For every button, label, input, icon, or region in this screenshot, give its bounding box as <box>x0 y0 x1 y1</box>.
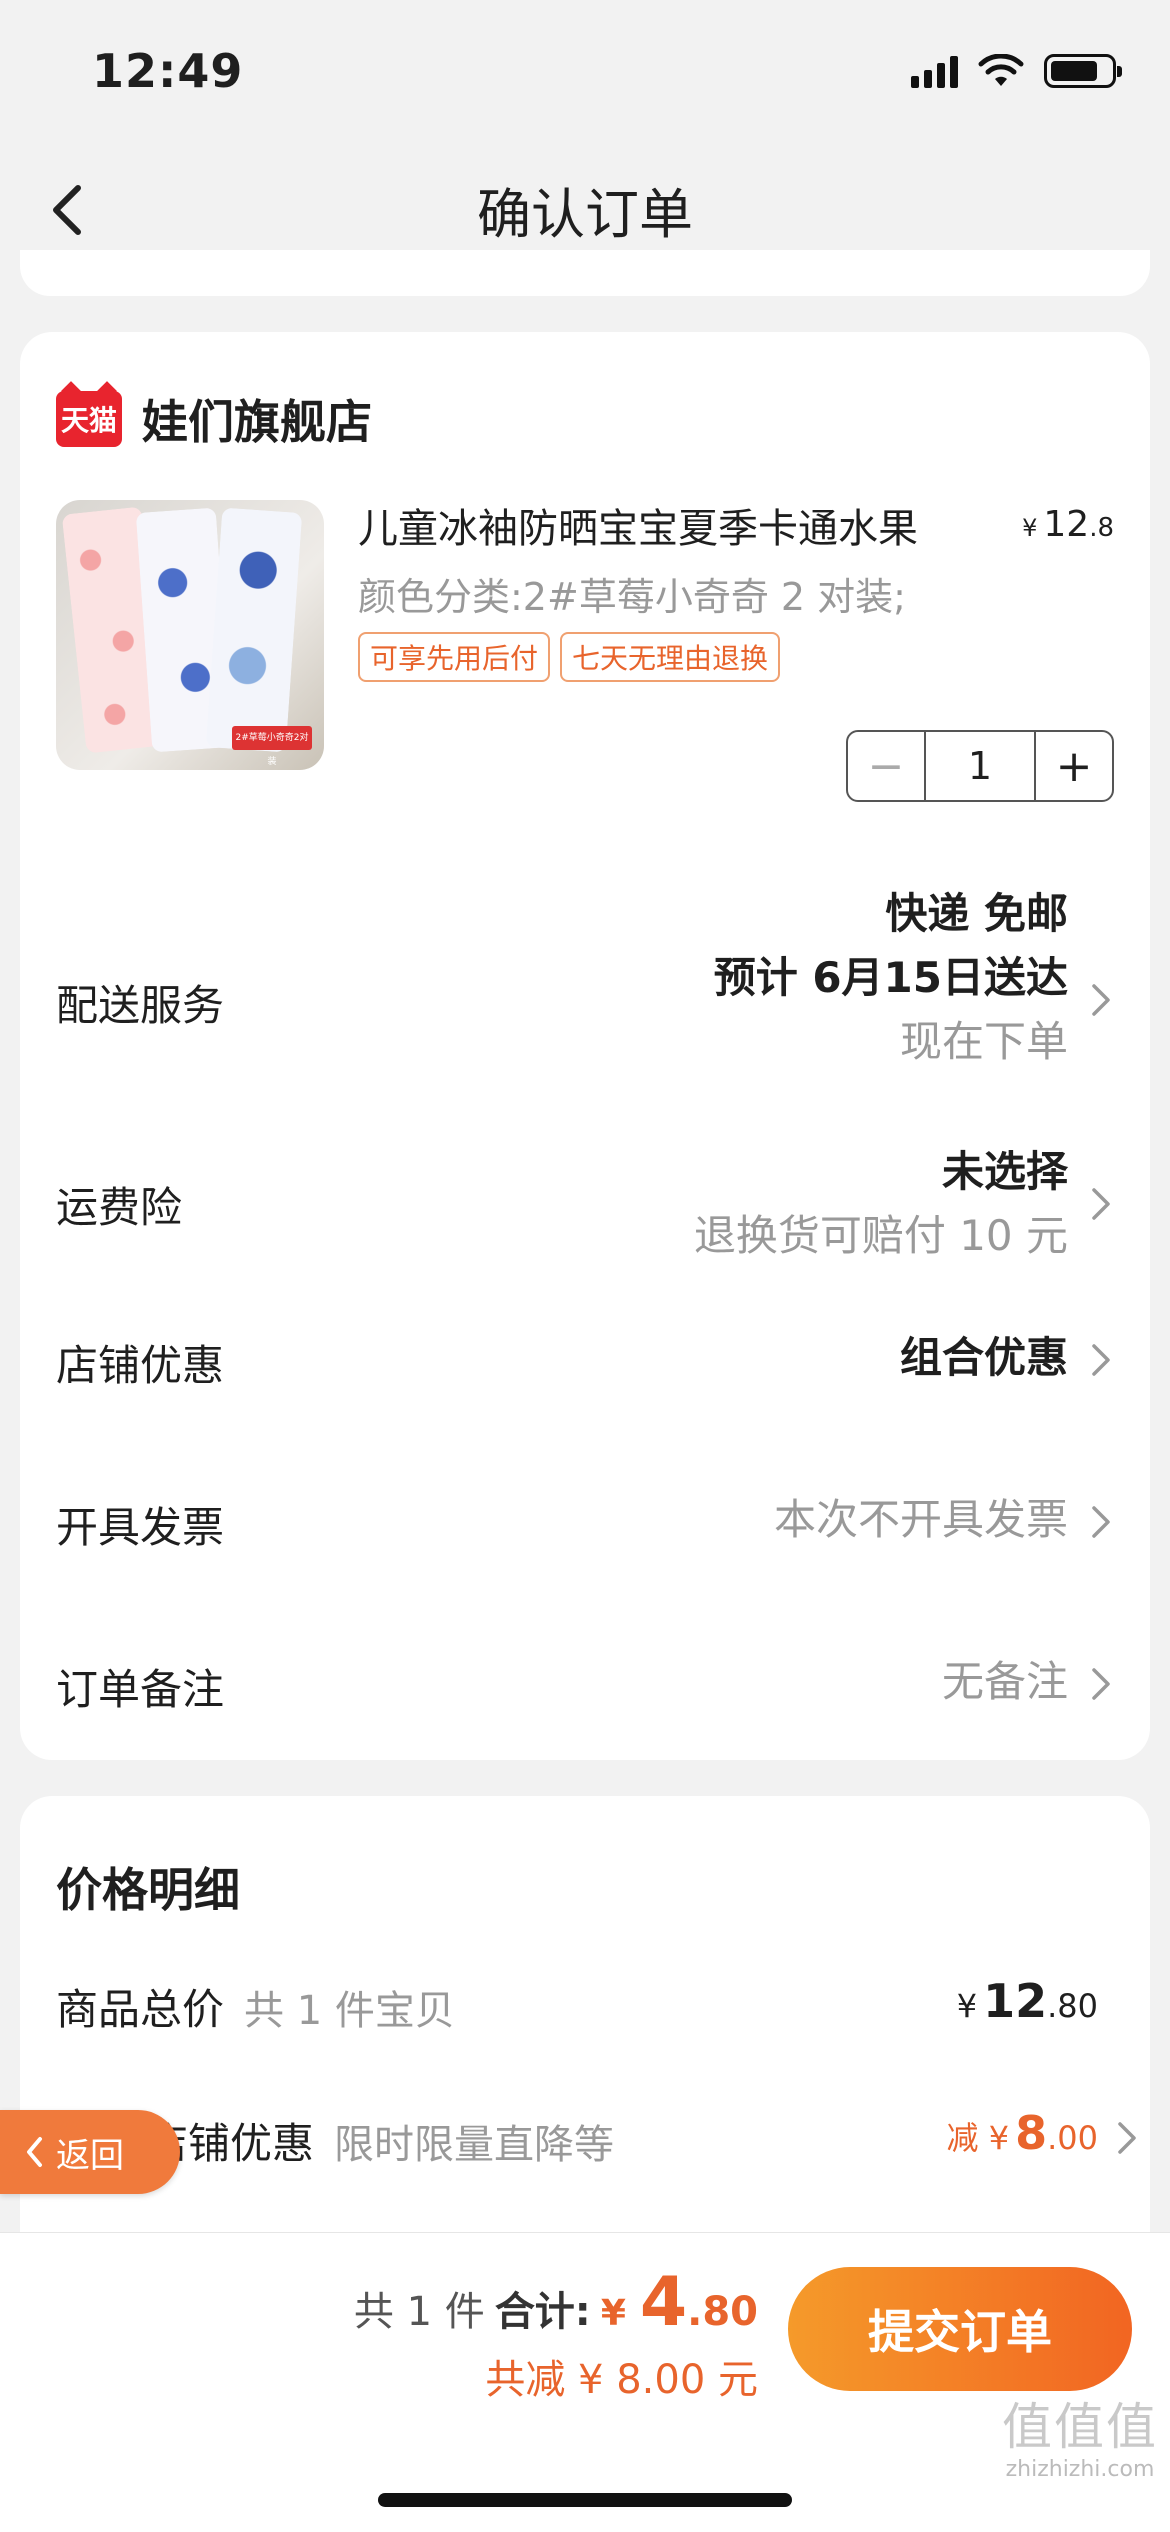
tag-pay-later: 可享先用后付 <box>358 632 551 682</box>
increase-button[interactable]: + <box>1034 732 1112 800</box>
item-count: 共 1 件 <box>353 2289 485 2335</box>
delivery-note: 现在下单 <box>899 1017 1068 1066</box>
invoice-row[interactable]: 开具发票 本次不开具发票 <box>56 1494 1120 1564</box>
chevron-right-icon <box>1092 984 1110 1016</box>
insurance-label: 运费险 <box>56 1183 183 1232</box>
store-name: 娃们旗舰店 <box>142 395 372 449</box>
submit-order-button[interactable]: 提交订单 <box>788 2267 1132 2391</box>
quantity-value[interactable]: 1 <box>926 732 1034 800</box>
remark-value: 无备注 <box>941 1657 1068 1706</box>
delivery-method: 快递 免邮 <box>885 889 1068 938</box>
checkout-bar: 共 1 件 合计: ¥ 4.80 共减 ¥ 8.00 元 提交订单 值值值 zh… <box>0 2232 1170 2532</box>
floating-back-label: 返回 <box>56 2135 124 2176</box>
insurance-note: 退换货可赔付 10 元 <box>693 1211 1068 1260</box>
product-image[interactable]: 2#草莓小奇奇2对装 <box>56 500 324 770</box>
price-detail-card: 价格明细 商品总价共 1 件宝贝 ¥12.80 店铺优惠 限时限量直降等 减 ¥8… <box>20 1796 1150 2246</box>
product-sku[interactable]: 颜色分类:2#草莓小奇奇 2 对装; <box>358 566 906 621</box>
address-card-edge <box>20 250 1150 296</box>
goods-count: 共 1 件宝贝 <box>244 1988 455 2034</box>
insurance-status: 未选择 <box>941 1147 1068 1196</box>
discount-value[interactable]: 减 ¥8.00 <box>947 2106 1098 2160</box>
floating-back-button[interactable]: 返回 <box>0 2110 180 2194</box>
invoice-value: 本次不开具发票 <box>773 1495 1068 1544</box>
order-remark-row[interactable]: 订单备注 无备注 <box>56 1656 1120 1726</box>
product-price: ¥12.8 <box>1022 504 1114 545</box>
saved-amount: 共减 ¥ 8.00 元 <box>485 2357 758 2403</box>
quantity-stepper: − 1 + <box>846 730 1114 802</box>
decrease-button[interactable]: − <box>848 732 926 800</box>
remark-label: 订单备注 <box>56 1665 225 1714</box>
delivery-label: 配送服务 <box>56 981 225 1030</box>
tag-return-7days: 七天无理由退换 <box>560 632 781 682</box>
goods-total-label: 商品总价共 1 件宝贝 <box>56 1985 455 2034</box>
shipping-insurance-row[interactable]: 运费险 未选择 退换货可赔付 10 元 <box>56 1140 1120 1270</box>
watermark: 值值值 zhizhizhi.com <box>1002 2398 1158 2482</box>
total-label: 合计: <box>494 2289 591 2335</box>
store-discount-value: 组合优惠 <box>899 1333 1068 1382</box>
status-icons <box>911 54 1122 88</box>
store-discount-row[interactable]: 店铺优惠 组合优惠 <box>56 1332 1120 1402</box>
status-bar: 12:49 <box>0 0 1170 150</box>
status-time: 12:49 <box>92 44 244 98</box>
tmall-logo: 天猫 <box>56 391 122 447</box>
chevron-right-icon <box>1092 1506 1110 1538</box>
page-title: 确认订单 <box>477 183 693 246</box>
price-detail-title: 价格明细 <box>56 1863 240 1917</box>
chevron-right-icon <box>1092 1668 1110 1700</box>
chevron-right-icon <box>1092 1344 1110 1376</box>
delivery-eta: 预计 6月15日送达 <box>713 953 1068 1002</box>
home-indicator <box>378 2493 792 2507</box>
product-title[interactable]: 儿童冰袖防晒宝宝夏季卡通水果 <box>358 496 918 554</box>
goods-total-value: ¥12.80 <box>956 1974 1098 2028</box>
battery-icon <box>1044 54 1122 88</box>
chevron-right-icon <box>1092 1188 1110 1220</box>
chevron-left-icon <box>27 2137 42 2167</box>
store-discount-label: 店铺优惠 <box>56 1341 225 1390</box>
discount-label: 店铺优惠 限时限量直降等 <box>146 2119 615 2168</box>
delivery-row[interactable]: 配送服务 快递 免邮 预计 6月15日送达 现在下单 <box>56 882 1120 1122</box>
product-tags: 可享先用后付 七天无理由退换 <box>358 632 781 682</box>
cellular-signal-icon <box>911 54 958 88</box>
chevron-right-icon <box>1118 2122 1136 2154</box>
product-image-label: 2#草莓小奇奇2对装 <box>232 726 312 767</box>
discount-sub: 限时限量直降等 <box>334 2122 615 2168</box>
total-summary: 共 1 件 合计: ¥ 4.80 <box>354 2263 758 2342</box>
store-header[interactable]: 天猫 娃们旗舰店 <box>56 386 372 452</box>
total-amount: ¥ 4.80 <box>600 2263 758 2342</box>
order-card: 天猫 娃们旗舰店 2#草莓小奇奇2对装 儿童冰袖防晒宝宝夏季卡通水果 ¥12.8… <box>20 332 1150 1760</box>
wifi-icon <box>978 54 1024 86</box>
invoice-label: 开具发票 <box>56 1503 225 1552</box>
